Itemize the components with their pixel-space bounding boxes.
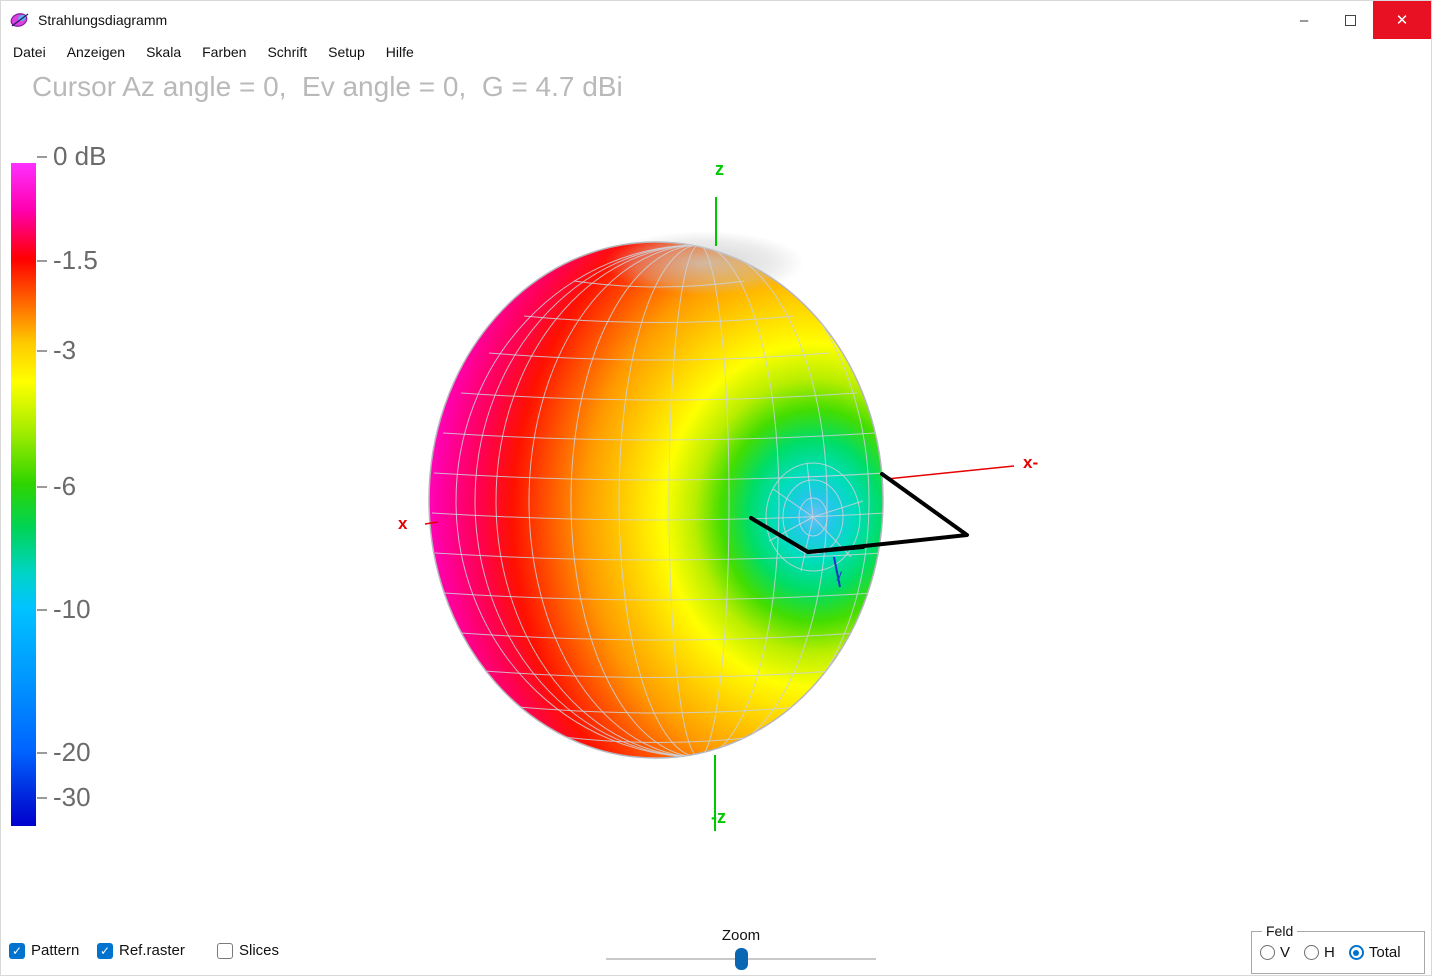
refraster-checkbox[interactable]: ✓ Ref.raster	[97, 942, 185, 959]
feld-radio-group: V H Total	[1260, 944, 1401, 961]
radio-selected-icon	[1348, 945, 1364, 960]
app-window: Strahlungsdiagramm – ✕ Datei Anzeigen Sk…	[0, 0, 1432, 976]
zoom-slider-thumb[interactable]	[735, 948, 748, 970]
checkbox-checked-icon: ✓	[97, 942, 113, 959]
y-axis-label: y	[836, 567, 842, 581]
refraster-checkbox-label: Ref.raster	[119, 942, 185, 959]
pattern-checkbox-label: Pattern	[31, 942, 80, 959]
radiation-pattern-3d-view[interactable]	[1, 65, 1432, 925]
x-axis-label: x	[398, 514, 408, 533]
radio-v[interactable]: V	[1260, 944, 1290, 961]
zoom-slider[interactable]	[606, 948, 876, 970]
checkbox-unchecked-icon	[217, 942, 233, 959]
pattern-checkbox[interactable]: ✓ Pattern	[9, 942, 79, 959]
feld-groupbox: Feld V H Total	[1251, 923, 1425, 974]
radio-h-label: H	[1324, 944, 1335, 961]
z-axis-label: z	[715, 159, 724, 179]
feld-groupbox-label: Feld	[1262, 923, 1298, 939]
checkbox-checked-icon: ✓	[9, 942, 25, 959]
slices-checkbox-label: Slices	[239, 942, 280, 959]
radio-total[interactable]: Total	[1348, 944, 1401, 961]
neg-z-axis-label: -z	[711, 807, 726, 827]
slices-checkbox[interactable]: Slices	[217, 942, 279, 959]
radio-unselected-icon	[1260, 945, 1275, 960]
radio-total-label: Total	[1368, 944, 1401, 961]
zoom-label: Zoom	[721, 927, 761, 944]
x-minus-axis-label: x-	[1023, 453, 1039, 472]
pattern-sphere-canvas	[424, 197, 1015, 831]
radio-v-label: V	[1280, 944, 1291, 961]
radio-h[interactable]: H	[1304, 944, 1335, 961]
radio-unselected-icon	[1304, 945, 1320, 960]
